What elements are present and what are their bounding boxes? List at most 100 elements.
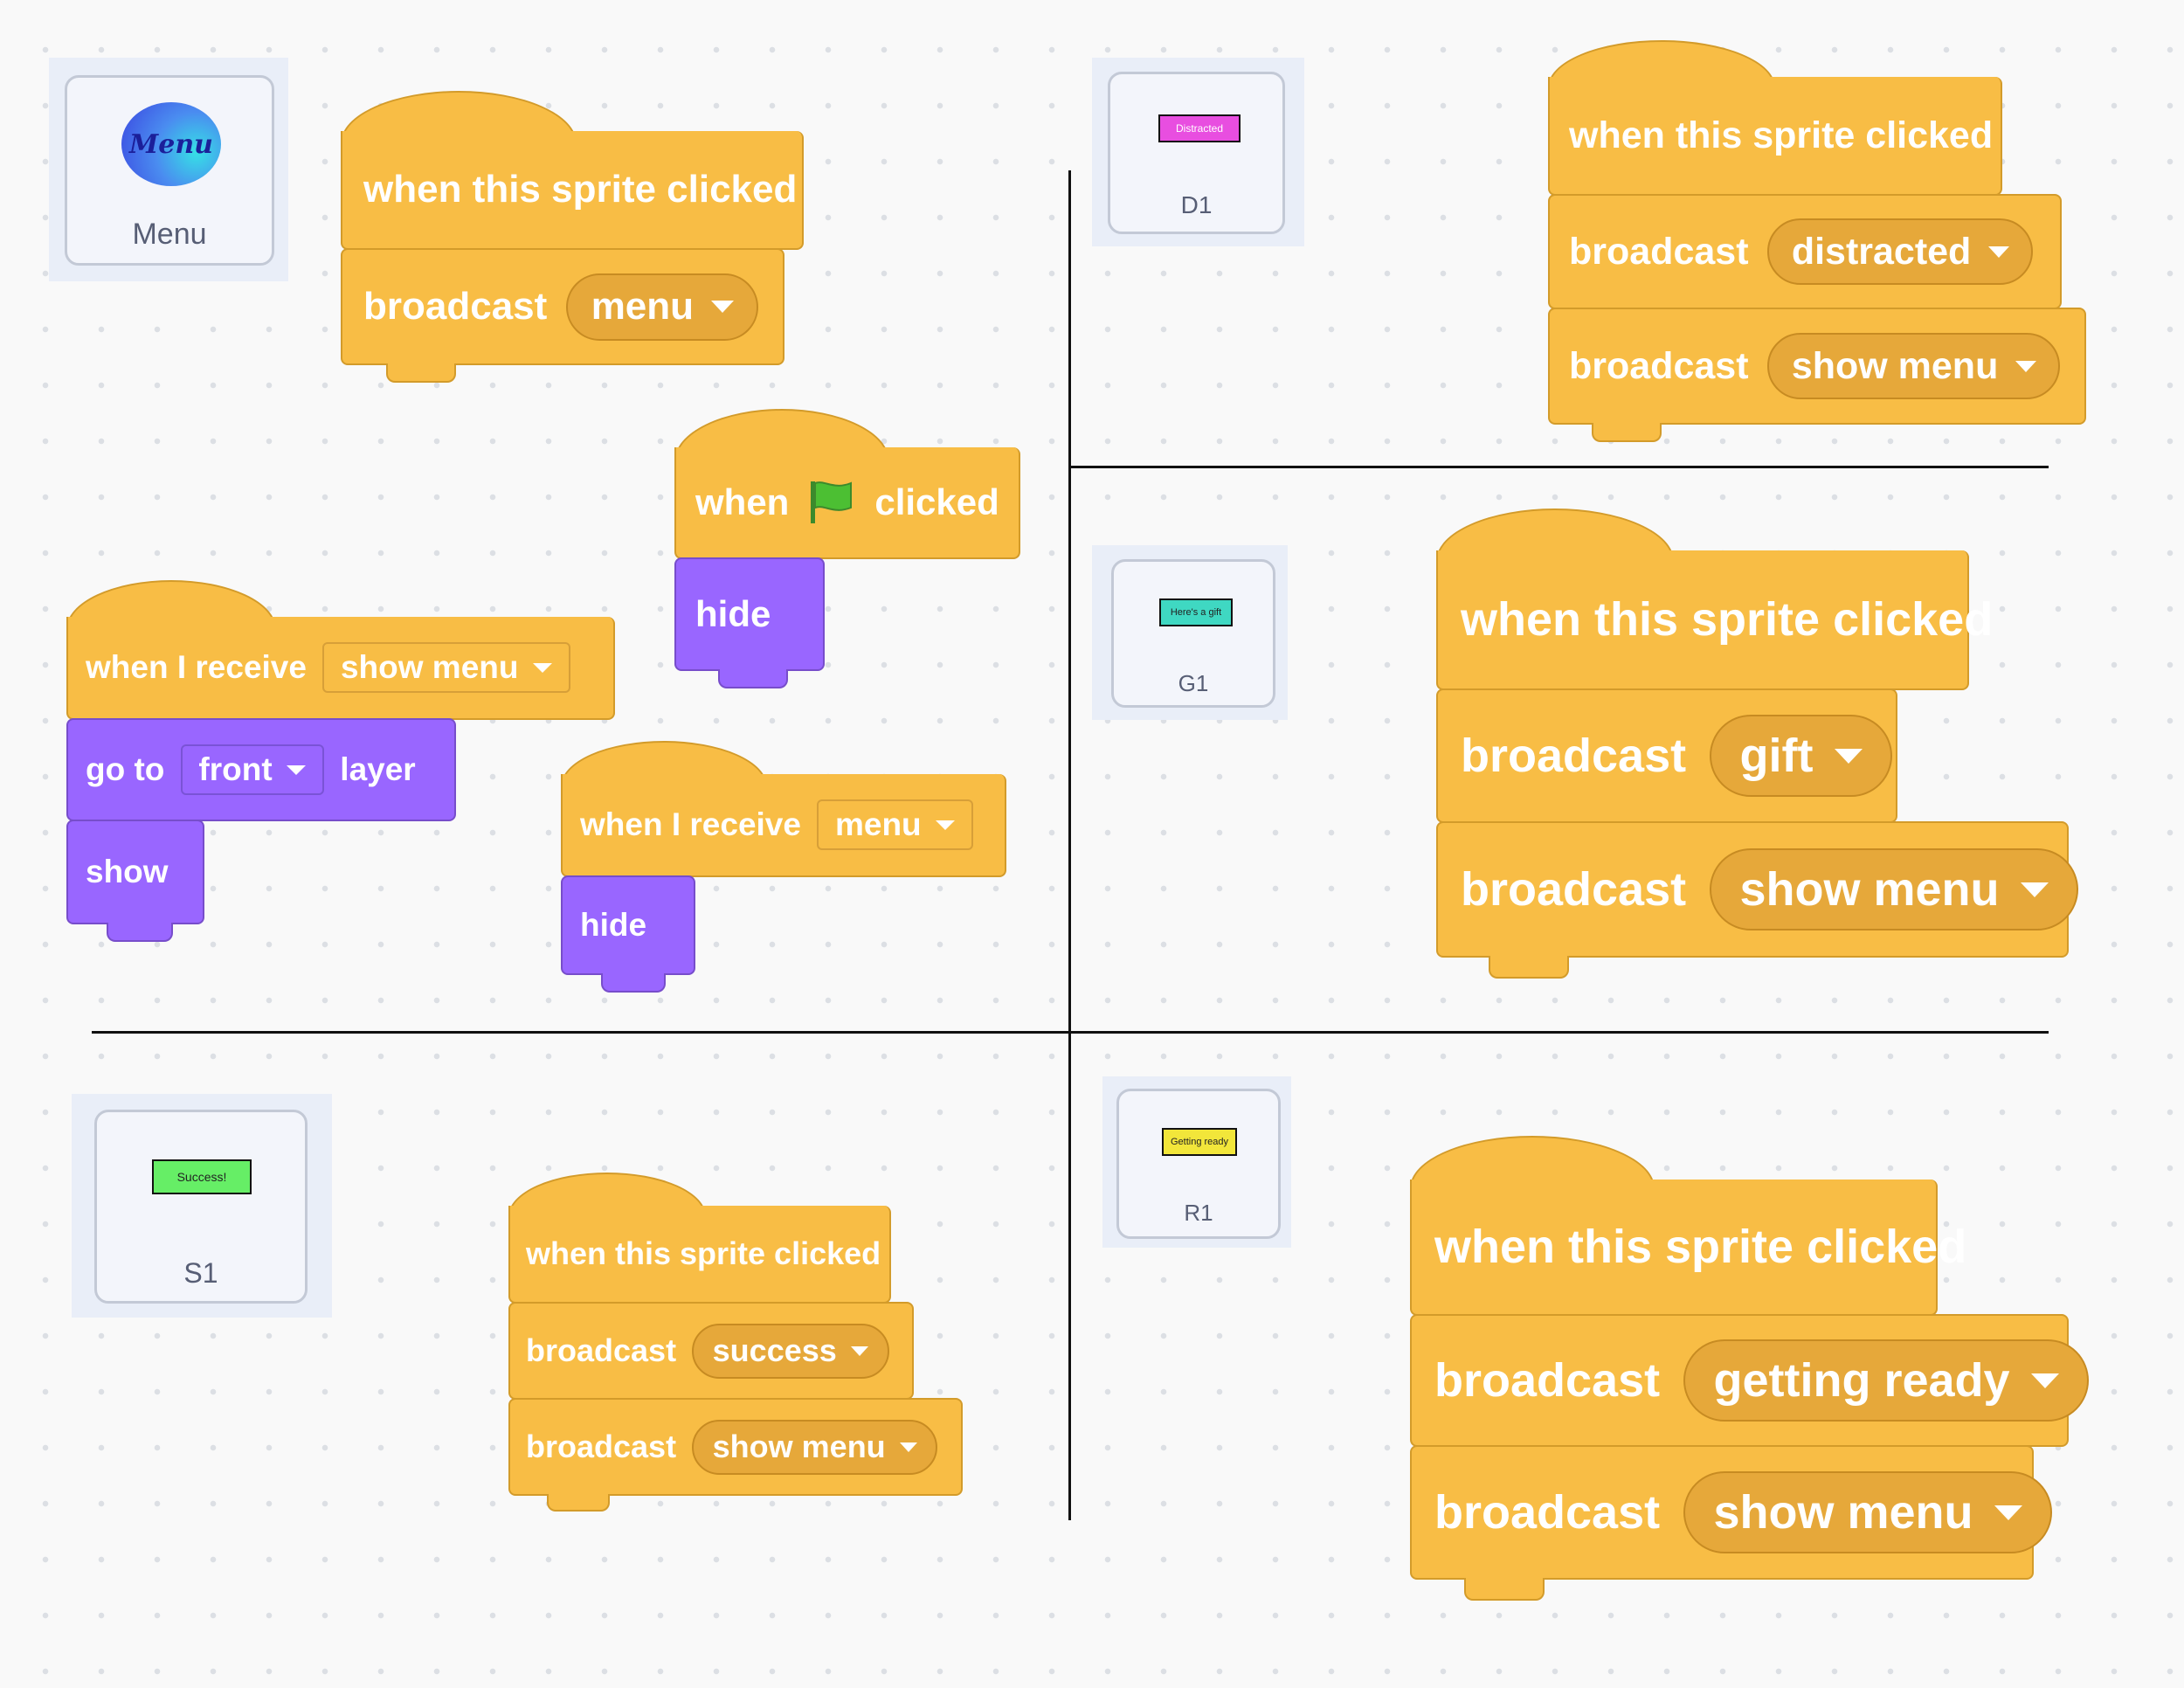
g1-costume-thumbnail: Here's a gift (1159, 598, 1233, 626)
block-bottom-tab (1489, 956, 1569, 979)
hat-label: when this sprite clicked (363, 168, 798, 211)
sprite-card-r1[interactable]: Getting ready R1 (1116, 1089, 1281, 1239)
broadcast-block[interactable]: broadcast show menu (1548, 308, 2086, 425)
chevron-down-icon (2020, 882, 2049, 897)
hat-block-when-i-receive[interactable]: when I receive show menu (66, 617, 615, 720)
block-bottom-tab (1592, 423, 1662, 442)
hat-label: when this sprite clicked (1569, 114, 1994, 156)
chevron-down-icon (1994, 1505, 2022, 1520)
when-label: when (695, 481, 790, 522)
hide-label: hide (580, 907, 647, 943)
divider-horizontal-top-right (1070, 466, 2049, 468)
receive-message-dropdown[interactable]: menu (817, 799, 973, 850)
sprite-name-menu: Menu (132, 218, 207, 251)
receive-message-value: menu (834, 806, 922, 842)
sprite-card-g1[interactable]: Here's a gift G1 (1111, 559, 1275, 708)
broadcast-label: broadcast (1461, 730, 1687, 782)
layer-label: layer (340, 751, 416, 787)
show-block[interactable]: show (66, 820, 204, 924)
hat-label: when I receive (580, 806, 801, 842)
broadcast-block[interactable]: broadcast show menu (1410, 1445, 2053, 1580)
broadcast-block[interactable]: broadcast getting ready (1410, 1314, 2090, 1447)
layer-option-value: front (198, 751, 273, 787)
broadcast-label: broadcast (1569, 230, 1749, 273)
broadcast-message-value: show menu (1739, 863, 2000, 916)
broadcast-message-value: show menu (1713, 1486, 1973, 1539)
menu-costume-thumbnail: Menu (121, 102, 221, 186)
sprite-name-d1: D1 (1180, 191, 1213, 218)
sprite-name-r1: R1 (1184, 1200, 1213, 1226)
chevron-down-icon (533, 662, 553, 673)
hide-label: hide (695, 593, 771, 634)
hide-block[interactable]: hide (674, 557, 825, 671)
sprite-card-s1[interactable]: Success! S1 (94, 1110, 308, 1304)
block-bottom-tab (1464, 1578, 1545, 1601)
hat-block-when-sprite-clicked[interactable]: when this sprite clicked (1410, 1180, 1966, 1316)
broadcast-message-value: gift (1739, 730, 1814, 782)
broadcast-label: broadcast (363, 285, 548, 328)
broadcast-message-value: getting ready (1713, 1354, 2010, 1407)
broadcast-block[interactable]: broadcast show menu (1436, 821, 2079, 958)
broadcast-label: broadcast (1569, 344, 1749, 387)
broadcast-message-dropdown[interactable]: getting ready (1683, 1339, 2090, 1422)
show-label: show (86, 854, 169, 889)
hat-block-when-sprite-clicked[interactable]: when this sprite clicked (341, 131, 804, 250)
chevron-down-icon (2030, 1373, 2059, 1388)
chevron-down-icon (2015, 360, 2036, 372)
broadcast-message-dropdown[interactable]: show menu (1767, 333, 2061, 399)
hide-block[interactable]: hide (561, 875, 695, 975)
chevron-down-icon (899, 1442, 917, 1452)
broadcast-message-dropdown[interactable]: show menu (692, 1419, 938, 1475)
broadcast-message-dropdown[interactable]: distracted (1767, 218, 2034, 285)
broadcast-block[interactable]: broadcast distracted (1548, 194, 2062, 309)
chevron-down-icon (1834, 748, 1863, 764)
hat-block-when-sprite-clicked[interactable]: when this sprite clicked (1436, 550, 1993, 690)
hat-block-when-i-receive[interactable]: when I receive menu (561, 774, 1006, 877)
sprite-name-s1: S1 (183, 1257, 218, 1289)
broadcast-message-value: distracted (1791, 230, 1972, 273)
g1-costume-text: Here's a gift (1170, 607, 1222, 618)
menu-costume-text: Menu (129, 128, 213, 160)
d1-costume-thumbnail: Distracted (1158, 114, 1241, 142)
layer-dropdown[interactable]: front (180, 744, 324, 795)
broadcast-label: broadcast (526, 1429, 677, 1464)
chevron-down-icon (936, 820, 956, 830)
broadcast-message-value: menu (591, 285, 695, 328)
broadcast-block[interactable]: broadcast success (508, 1302, 914, 1400)
broadcast-block[interactable]: broadcast gift (1436, 688, 1897, 823)
broadcast-label: broadcast (1434, 1354, 1661, 1407)
chevron-down-icon (850, 1346, 868, 1356)
broadcast-message-dropdown[interactable]: show menu (1683, 1470, 2053, 1554)
sprite-card-d1[interactable]: Distracted D1 (1108, 72, 1285, 234)
sprite-card-menu[interactable]: Menu Menu (65, 75, 274, 266)
block-bottom-tab (107, 923, 173, 942)
broadcast-message-dropdown[interactable]: gift (1710, 714, 1893, 798)
hat-block-when-flag-clicked[interactable]: when clicked (674, 447, 1020, 559)
block-bottom-tab (386, 363, 456, 383)
broadcast-block[interactable]: broadcast menu (341, 248, 784, 365)
go-to-label: go to (86, 751, 165, 787)
chevron-down-icon (1987, 246, 2009, 258)
broadcast-block[interactable]: broadcast show menu (508, 1398, 963, 1496)
hat-label: when this sprite clicked (526, 1235, 881, 1271)
broadcast-message-dropdown[interactable]: menu (566, 273, 759, 341)
divider-vertical (1068, 170, 1071, 1520)
receive-message-dropdown[interactable]: show menu (322, 642, 570, 693)
broadcast-label: broadcast (1461, 863, 1687, 916)
r1-costume-thumbnail: Getting ready (1162, 1128, 1237, 1156)
receive-message-value: show menu (340, 649, 519, 685)
hat-label: when I receive (86, 649, 307, 685)
hat-block-when-sprite-clicked[interactable]: when this sprite clicked (1548, 77, 2002, 196)
hat-block-when-sprite-clicked[interactable]: when this sprite clicked (508, 1206, 891, 1304)
broadcast-message-value: show menu (1791, 344, 1999, 387)
go-to-layer-block[interactable]: go to front layer (66, 718, 456, 821)
green-flag-icon (811, 481, 853, 523)
s1-costume-text: Success! (176, 1170, 227, 1184)
hat-label: when this sprite clicked (1434, 1221, 1967, 1273)
broadcast-message-dropdown[interactable]: show menu (1710, 847, 2079, 931)
broadcast-message-dropdown[interactable]: success (692, 1323, 889, 1379)
chevron-down-icon (287, 764, 307, 775)
hat-label: when this sprite clicked (1461, 593, 1994, 646)
sprite-name-g1: G1 (1178, 670, 1209, 696)
block-bottom-tab (718, 669, 788, 688)
